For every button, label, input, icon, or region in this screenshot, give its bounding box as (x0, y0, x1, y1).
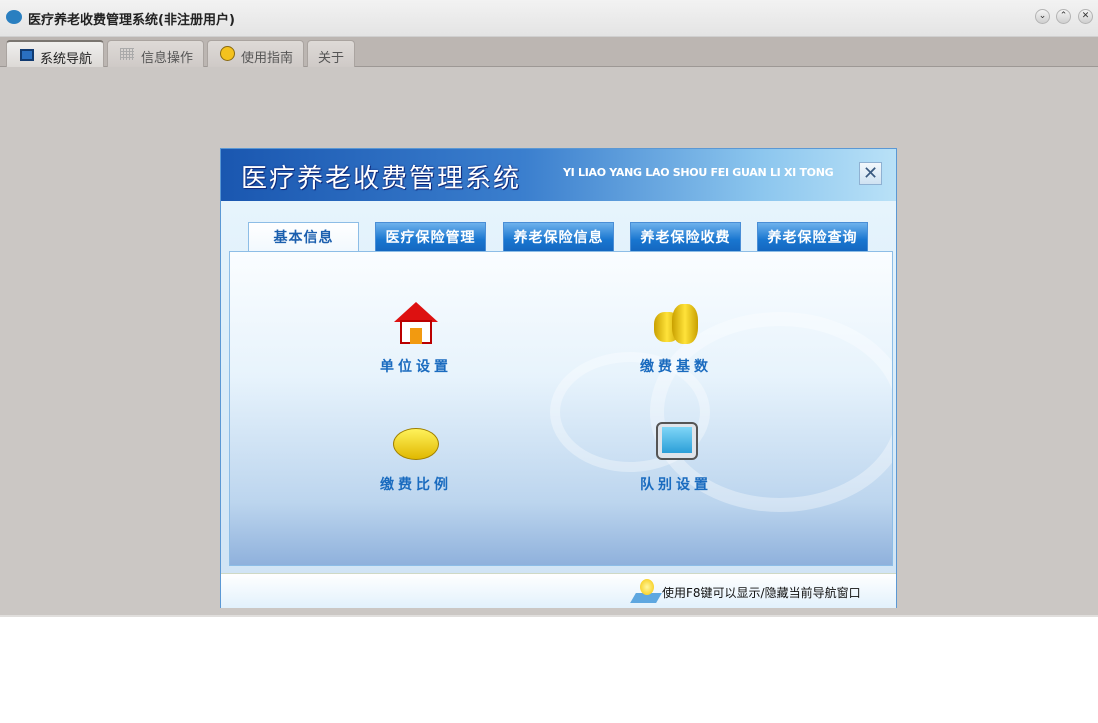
dialog-header: 医疗养老收费管理系统 YI LIAO YANG LAO SHOU FEI GUA… (221, 149, 896, 201)
item-fee-base[interactable]: 缴费基数 (616, 300, 736, 376)
dialog-tab-pension-query[interactable]: 养老保险查询 (757, 222, 868, 252)
tab-label: 系统导航 (40, 52, 93, 67)
monitor-icon (20, 49, 34, 61)
help-icon (220, 46, 235, 61)
dialog-tab-pension-info[interactable]: 养老保险信息 (503, 222, 614, 252)
dialog-close-button[interactable]: ✕ (859, 162, 882, 185)
item-unit-settings[interactable]: 单位设置 (356, 300, 476, 376)
item-team-settings[interactable]: 队别设置 (616, 418, 736, 494)
tab-about[interactable]: 关于 (307, 40, 355, 67)
house-icon (392, 300, 440, 348)
item-label: 缴费比例 (380, 477, 452, 493)
dialog-title: 医疗养老收费管理系统 (241, 164, 522, 194)
f8-tip-text: 使用F8键可以显示/隐藏当前导航窗口 (662, 586, 861, 600)
coin-icon (392, 418, 440, 466)
tab-info-ops[interactable]: 信息操作 (107, 40, 204, 67)
close-button[interactable]: ✕ (1078, 9, 1093, 24)
item-label: 队别设置 (640, 477, 712, 493)
lightbulb-icon (630, 579, 662, 605)
navigation-dialog: 医疗养老收费管理系统 YI LIAO YANG LAO SHOU FEI GUA… (220, 148, 897, 608)
window-title: 医疗养老收费管理系统(非注册用户) (28, 13, 235, 28)
item-label: 单位设置 (380, 359, 452, 375)
title-bar: 医疗养老收费管理系统(非注册用户) ⌄ ⌃ ✕ (0, 0, 1098, 37)
tab-system-nav[interactable]: 系统导航 (6, 40, 104, 67)
item-fee-ratio[interactable]: 缴费比例 (356, 418, 476, 494)
dialog-tab-basic-info[interactable]: 基本信息 (248, 222, 359, 253)
tab-label: 信息操作 (141, 51, 194, 66)
minimize-button[interactable]: ⌄ (1035, 9, 1050, 24)
tab-bar: 系统导航 信息操作 使用指南 关于 (0, 37, 1098, 67)
dialog-tab-pension-fees[interactable]: 养老保险收费 (630, 222, 741, 252)
tab-label: 使用指南 (241, 51, 294, 66)
app-logo-icon (6, 10, 22, 24)
grid-icon (120, 48, 134, 60)
monitor-icon (652, 418, 700, 466)
coins-icon (652, 300, 700, 348)
app-window: 医疗养老收费管理系统(非注册用户) ⌄ ⌃ ✕ 系统导航 信息操作 使用指南 关… (0, 0, 1098, 617)
maximize-button[interactable]: ⌃ (1056, 9, 1071, 24)
content-panel: 单位设置 缴费基数 缴费比例 队别设置 (229, 251, 893, 566)
item-label: 缴费基数 (640, 359, 712, 375)
dialog-subtitle: YI LIAO YANG LAO SHOU FEI GUAN LI XI TON… (563, 166, 834, 179)
tab-label: 关于 (318, 51, 345, 66)
dialog-tab-medical-insurance[interactable]: 医疗保险管理 (375, 222, 486, 252)
dialog-footer: 使用F8键可以显示/隐藏当前导航窗口 (221, 573, 896, 608)
tab-guide[interactable]: 使用指南 (207, 40, 304, 67)
